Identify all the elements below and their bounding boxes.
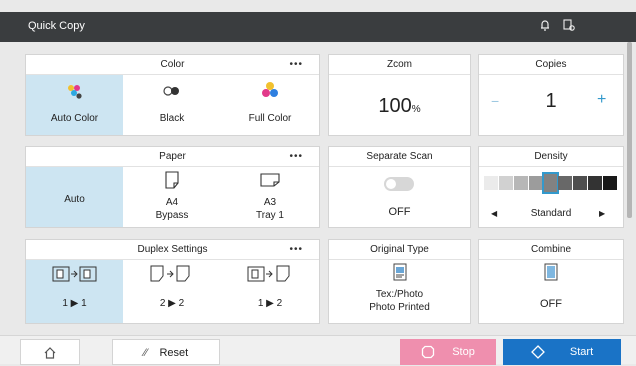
option-sublabel: Tray 1	[256, 210, 284, 221]
separate-scan-panel[interactable]: Separate Scan OFF	[328, 146, 471, 228]
start-icon	[530, 345, 548, 360]
zoom-panel-title: Zcom	[329, 55, 470, 75]
home-button[interactable]	[20, 339, 80, 365]
duplex-1-to-2-option[interactable]: 1 ▶ 2	[221, 260, 319, 323]
increment-button[interactable]: +	[597, 91, 606, 109]
start-label: Start	[569, 346, 594, 358]
footer-bar: ⁄⁄ Reset Stop Start	[0, 335, 636, 365]
density-step[interactable]	[528, 176, 543, 190]
combine-page-icon	[544, 263, 558, 286]
toggle-knob	[386, 179, 396, 189]
option-label: 1 ▶ 2	[257, 298, 283, 309]
app-title: Quick Copy	[28, 20, 85, 32]
density-increase-button[interactable]: ▶	[599, 209, 605, 218]
color-panel: Color ••• Auto Color Black Full Color	[25, 54, 320, 136]
original-type-line1: Tex:/Photo	[375, 289, 424, 300]
duplex-2-to-2-option[interactable]: 2 ▶ 2	[123, 260, 221, 323]
stop-button[interactable]: Stop	[400, 339, 496, 365]
original-type-panel-title: Original Type	[329, 240, 470, 260]
color-auto-option[interactable]: Auto Color	[26, 75, 123, 135]
eraser-icon: ⁄⁄	[143, 347, 148, 359]
density-step[interactable]	[541, 172, 560, 194]
color-panel-title: Color •••	[26, 55, 319, 75]
stop-icon	[421, 345, 438, 359]
full-color-icon	[260, 81, 280, 104]
simplex-to-simplex-icon	[52, 265, 98, 286]
option-label: A4	[165, 197, 179, 208]
device-settings-icon[interactable]	[560, 18, 578, 36]
duplex-panel-title: Duplex Settings •••	[26, 240, 319, 260]
paper-landscape-icon	[260, 173, 280, 190]
paper-panel: Paper ••• Auto A4 Bypass A3 Tray 1	[25, 146, 320, 228]
option-label: 2 ▶ 2	[159, 298, 185, 309]
density-step[interactable]	[513, 176, 528, 190]
bell-icon[interactable]	[536, 18, 554, 36]
stop-label: Stop	[452, 346, 475, 358]
density-step[interactable]	[498, 176, 513, 190]
more-options-icon[interactable]: •••	[289, 240, 303, 259]
paper-a3-tray1-option[interactable]: A3 Tray 1	[221, 167, 319, 227]
combine-panel[interactable]: Combine OFF	[478, 239, 624, 324]
reset-button[interactable]: ⁄⁄ Reset	[112, 339, 220, 365]
combine-panel-title: Combine	[479, 240, 623, 260]
original-type-line2: Photo Printed	[369, 302, 430, 313]
paper-a4-bypass-option[interactable]: A4 Bypass	[123, 167, 221, 227]
color-black-option[interactable]: Black	[123, 75, 221, 135]
option-sublabel: Bypass	[155, 210, 189, 221]
home-icon	[43, 347, 57, 359]
copies-panel: Copies − 1 +	[478, 54, 624, 136]
duplex-panel: Duplex Settings ••• 1 ▶ 1 2 ▶ 2 1 ▶ 2	[25, 239, 320, 324]
toggle-switch[interactable]	[384, 177, 414, 191]
density-scale[interactable]	[484, 172, 618, 194]
black-color-icon	[160, 84, 184, 101]
text-photo-icon	[393, 263, 407, 286]
option-label: Full Color	[248, 113, 292, 124]
duplex-1-to-1-option[interactable]: 1 ▶ 1	[26, 260, 123, 323]
separate-scan-panel-title: Separate Scan	[329, 147, 470, 167]
density-step[interactable]	[558, 176, 573, 190]
simplex-to-duplex-icon	[247, 265, 293, 286]
paper-auto-option[interactable]: Auto	[26, 167, 123, 227]
density-panel: Density ◀ Standard ▶	[478, 146, 624, 228]
color-full-option[interactable]: Full Color	[221, 75, 319, 135]
option-label: A3	[263, 197, 277, 208]
more-options-icon[interactable]: •••	[289, 55, 303, 74]
option-label: Auto Color	[50, 113, 99, 124]
auto-color-icon	[65, 83, 85, 104]
separate-scan-value: OFF	[388, 206, 411, 218]
density-step[interactable]	[588, 176, 603, 190]
paper-panel-title: Paper •••	[26, 147, 319, 167]
zoom-panel[interactable]: Zcom 100%	[328, 54, 471, 136]
zoom-value: 100%	[378, 95, 421, 117]
more-options-icon[interactable]: •••	[289, 147, 303, 166]
density-step[interactable]	[603, 176, 617, 190]
density-step[interactable]	[484, 176, 498, 190]
option-label: 1 ▶ 1	[62, 298, 87, 309]
copies-panel-title: Copies	[479, 55, 623, 75]
option-label: Auto	[64, 194, 85, 205]
density-panel-title: Density	[479, 147, 623, 167]
option-label: Black	[159, 113, 185, 124]
scrollbar[interactable]	[627, 42, 632, 218]
reset-label: Reset	[159, 347, 189, 359]
title-bar: Quick Copy	[0, 12, 636, 42]
duplex-to-duplex-icon	[149, 265, 195, 286]
density-step[interactable]	[573, 176, 588, 190]
paper-portrait-icon	[165, 171, 179, 192]
start-button[interactable]: Start	[503, 339, 621, 365]
combine-value: OFF	[540, 298, 562, 310]
original-type-panel[interactable]: Original Type Tex:/Photo Photo Printed	[328, 239, 471, 324]
